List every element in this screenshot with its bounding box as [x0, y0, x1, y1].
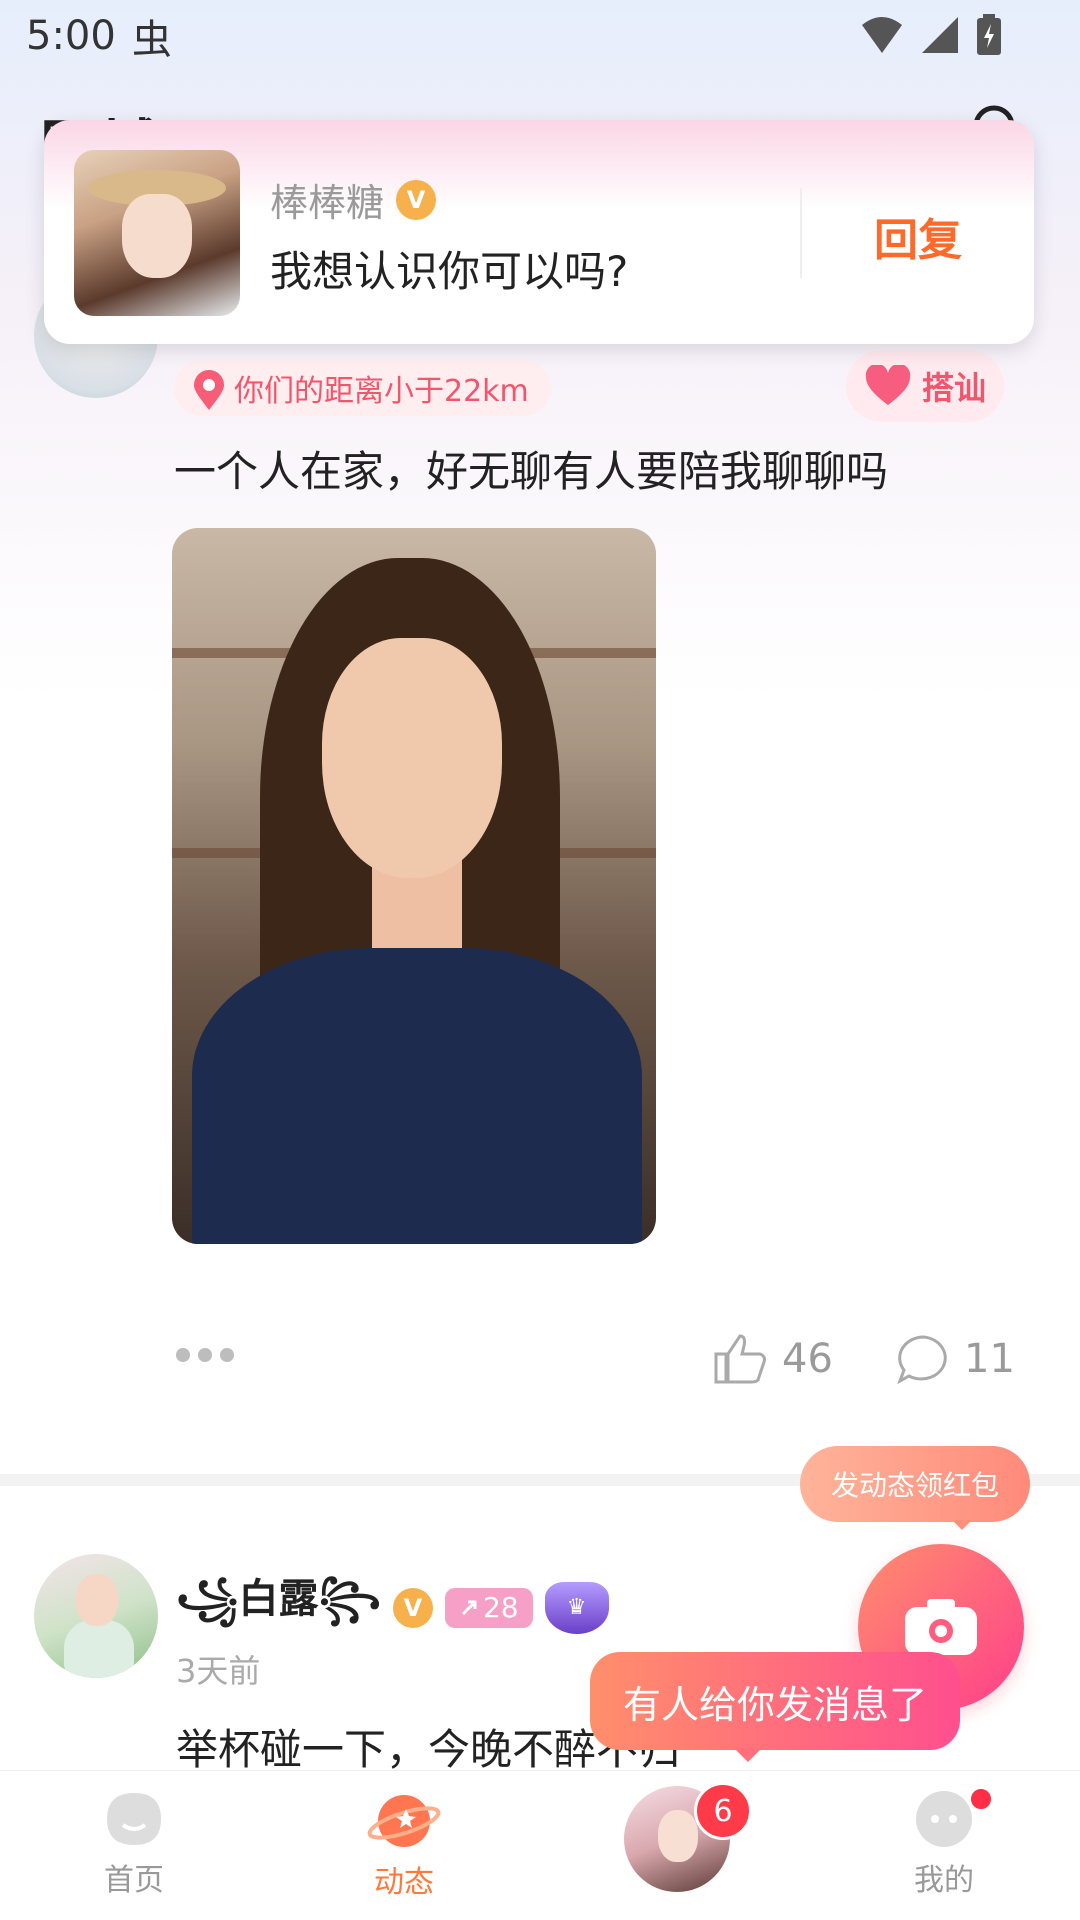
comment-count: 11: [964, 1336, 1015, 1382]
tab-home-label: 首页: [104, 1863, 164, 1898]
more-icon[interactable]: [176, 1348, 234, 1362]
notification-divider: [800, 188, 802, 278]
camera-icon: [905, 1599, 977, 1655]
post-image[interactable]: [172, 528, 656, 1244]
verified-icon: V: [392, 1587, 433, 1628]
chat-up-button[interactable]: 搭讪: [846, 350, 1004, 422]
redpack-tip[interactable]: 发动态领红包: [800, 1446, 1030, 1530]
heart-icon: [865, 365, 911, 405]
wifi-icon: [862, 17, 902, 53]
reply-button[interactable]: 回复: [874, 204, 962, 268]
comment-button[interactable]: 11: [896, 1334, 1015, 1384]
comment-icon: [897, 1335, 947, 1384]
like-count: 46: [782, 1336, 833, 1382]
post-author-name[interactable]: ꧁白露꧂: [176, 1566, 381, 1649]
level-value: 28: [482, 1591, 519, 1624]
tab-mine[interactable]: 我的: [844, 1771, 1044, 1920]
distance-tag: 你们的距离小于22km: [174, 360, 551, 416]
notification-message: 我想认识你可以吗?: [270, 247, 629, 296]
battery-icon: [977, 14, 1001, 55]
tab-moments[interactable]: 动态: [304, 1771, 504, 1920]
post-author-row: ꧁白露꧂ V 28 ♛: [176, 1566, 609, 1649]
mine-red-dot: [968, 1786, 994, 1812]
location-pin-icon: [194, 370, 224, 410]
rank-icon: ♛: [544, 1581, 609, 1634]
like-button[interactable]: 46: [712, 1334, 833, 1384]
distance-text: 你们的距离小于22km: [234, 374, 529, 409]
status-icons: [860, 14, 1002, 56]
level-badge: 28: [444, 1587, 533, 1628]
tab-home[interactable]: 首页: [34, 1771, 234, 1920]
tab-mine-label: 我的: [914, 1863, 974, 1898]
post-text: 一个人在家，好无聊有人要陪我聊聊吗: [174, 447, 889, 496]
tab-moments-label: 动态: [374, 1865, 434, 1900]
signal-icon: [922, 17, 958, 53]
home-icon: [107, 1793, 161, 1845]
status-time: 5:00: [26, 13, 116, 59]
sender-avatar: [74, 150, 240, 316]
post-author-avatar[interactable]: [34, 1554, 158, 1678]
tab-bar: 首页 动态 我的: [0, 1770, 1080, 1920]
bug-icon: 虫: [131, 17, 172, 63]
sender-name-row: 棒棒糖 V: [270, 172, 437, 227]
message-count-badge: 6: [694, 1782, 752, 1840]
sender-name: 棒棒糖: [270, 181, 385, 225]
post-time: 3天前: [176, 1652, 261, 1690]
moments-icon: [367, 1795, 441, 1847]
level-icon: [461, 1600, 477, 1615]
new-message-tip[interactable]: 有人给你发消息了: [590, 1652, 960, 1762]
message-notification[interactable]: 棒棒糖 V 我想认识你可以吗? 回复: [44, 120, 1034, 344]
status-bar: 5:00 虫: [0, 0, 1080, 72]
chat-up-label: 搭讪: [921, 369, 986, 407]
like-icon: [714, 1334, 766, 1384]
verified-icon: V: [396, 179, 437, 220]
